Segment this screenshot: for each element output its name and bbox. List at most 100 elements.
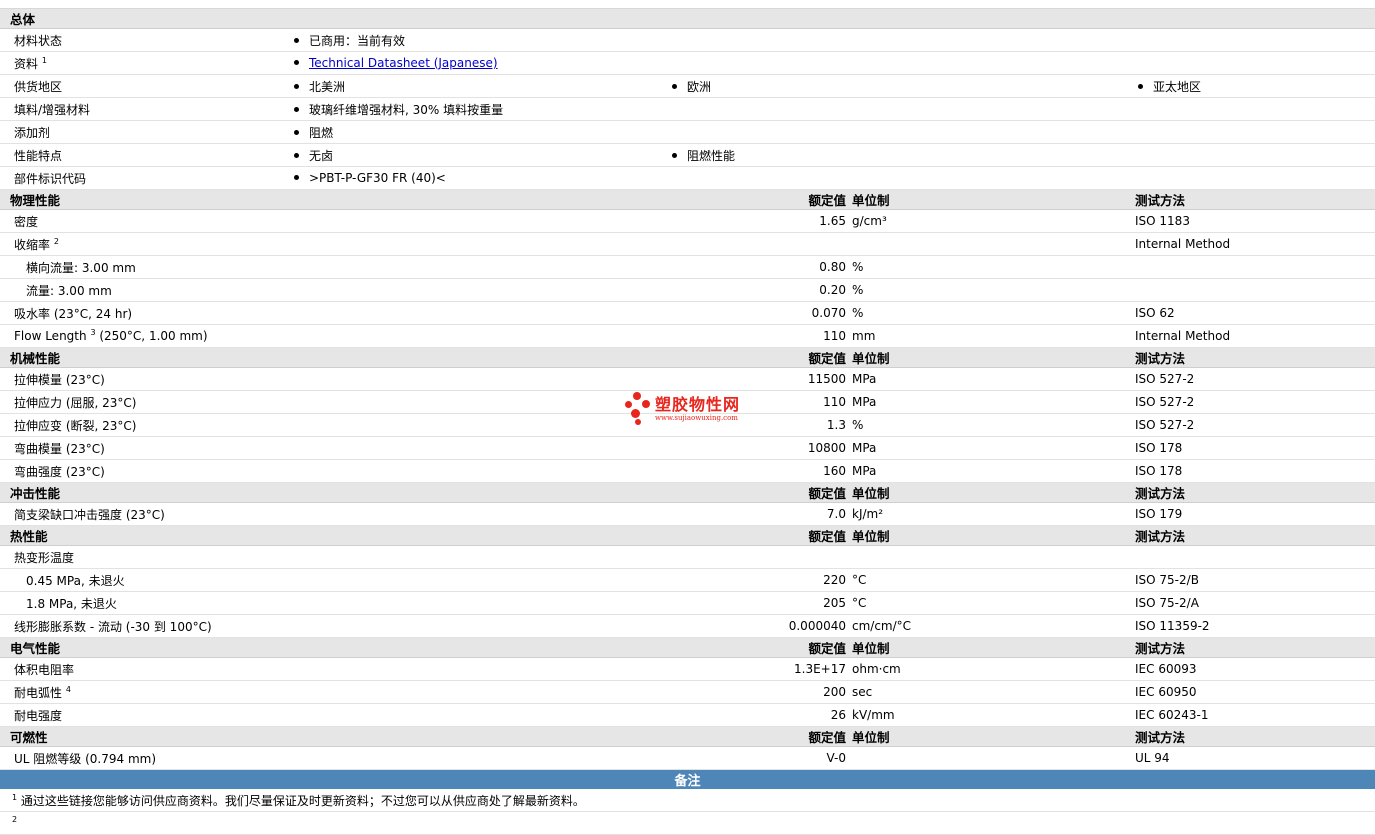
property-label: 热变形温度: [14, 550, 75, 565]
unit-cell: mm: [852, 324, 1135, 348]
property-label-cell: 弯曲强度 (23°C): [0, 459, 669, 483]
property-label: 性能特点: [14, 148, 63, 163]
unit-header: 单位制: [852, 525, 1135, 546]
property-label: 资料: [14, 56, 39, 71]
general-row: 添加剂 阻燃: [0, 120, 1375, 144]
method-cell: ISO 527-2: [1135, 413, 1375, 437]
unit-header: 单位制: [852, 637, 1135, 658]
nominal-header-text: 额定值: [808, 641, 846, 656]
section-header: 物理性能 额定值 单位制 测试方法: [0, 189, 1375, 210]
unit-header-text: 单位制: [852, 641, 890, 656]
property-row: 0.45 MPa, 未退火 220 °C ISO 75-2/B: [0, 568, 1375, 592]
method-cell: IEC 60950: [1135, 680, 1375, 704]
nominal-header: 额定值: [669, 189, 852, 210]
bullet-icon: [294, 60, 299, 65]
top-border: [0, 0, 1375, 9]
value-cell: 欧洲: [669, 74, 1135, 98]
notes-title: 备注: [674, 774, 701, 789]
unit-value: %: [852, 283, 864, 297]
test-method: ISO 75-2/A: [1135, 596, 1199, 610]
property-label: 收缩率: [14, 237, 51, 252]
property-label-cell: 添加剂: [0, 120, 291, 144]
test-method: ISO 179: [1135, 507, 1183, 521]
property-label: 简支梁缺口冲击强度 (23°C): [14, 507, 165, 522]
property-label: 密度: [14, 214, 39, 229]
section-header: 可燃性 额定值 单位制 测试方法: [0, 726, 1375, 747]
property-label: 拉伸应力 (屈服, 23°C): [14, 395, 137, 410]
unit-cell: %: [852, 413, 1135, 437]
test-method: ISO 527-2: [1135, 372, 1195, 386]
unit-value: °C: [852, 573, 867, 587]
datasheet-link[interactable]: Technical Datasheet (Japanese): [309, 56, 498, 70]
test-method: ISO 11359-2: [1135, 619, 1210, 633]
section-title: 热性能: [0, 525, 669, 546]
property-row: 线形膨胀系数 - 流动 (-30 到 100°C) 0.000040 cm/cm/°…: [0, 614, 1375, 638]
value-cell: 玻璃纤维增强材料, 30% 填料按重量: [291, 97, 1375, 121]
property-label-cell: 0.45 MPa, 未退火: [0, 568, 669, 592]
property-row: 体积电阻率 1.3E+17 ohm·cm IEC 60093: [0, 657, 1375, 681]
property-label-cell: 1.8 MPa, 未退火: [0, 591, 669, 615]
section-title: 机械性能: [0, 347, 669, 368]
property-label: 拉伸应变 (断裂, 23°C): [14, 418, 137, 433]
bullet-icon: [294, 106, 299, 112]
property-value: 玻璃纤维增强材料, 30% 填料按重量: [309, 102, 504, 117]
property-row: 吸水率 (23°C, 24 hr) 0.070% ISO 62: [0, 301, 1375, 325]
section-title: 电气性能: [0, 637, 669, 658]
section-title: 冲击性能: [0, 482, 669, 503]
nominal-header: 额定值: [669, 347, 852, 368]
section-title: 可燃性: [0, 726, 669, 747]
property-label: 材料状态: [14, 33, 63, 48]
property-label-cell: 拉伸模量 (23°C): [0, 367, 669, 391]
method-cell: [1135, 255, 1375, 279]
property-label-cell: 流量: 3.00 mm: [0, 278, 669, 302]
method-header: 测试方法: [1135, 189, 1375, 210]
bullet-icon: [1138, 83, 1143, 89]
unit-value: sec: [852, 685, 873, 699]
footnote-marker: 2: [53, 236, 59, 246]
property-condition: (250°C, 1.00 mm): [95, 329, 208, 343]
property-label: 部件标识代码: [14, 171, 87, 186]
note-number: 1: [12, 792, 18, 802]
method-header: 测试方法: [1135, 482, 1375, 503]
section-title-text: 物理性能: [10, 193, 61, 208]
nominal-value-cell: V-0: [669, 746, 852, 770]
property-value: 欧洲: [687, 79, 712, 94]
nominal-value: 1.65: [819, 214, 846, 228]
property-label-cell: 简支梁缺口冲击强度 (23°C): [0, 502, 669, 526]
unit-cell: kJ/m²: [852, 502, 1135, 526]
nominal-header-text: 额定值: [808, 351, 846, 366]
notes-header: 备注: [0, 769, 1375, 789]
unit-value: kV/mm: [852, 708, 895, 722]
test-method: ISO 178: [1135, 464, 1183, 478]
nominal-value: 0.80: [819, 260, 846, 274]
property-label-cell: 资料 1: [0, 51, 291, 75]
method-cell: ISO 11359-2: [1135, 614, 1375, 638]
nominal-value: 1.3: [826, 418, 846, 432]
unit-cell: cm/cm/°C: [852, 614, 1135, 638]
property-value: 无卤: [309, 148, 334, 163]
section-title-text: 冲击性能: [10, 486, 61, 501]
property-label: 吸水率 (23°C, 24 hr): [14, 306, 133, 321]
general-row: 供货地区 北美洲 欧洲 亚太地区: [0, 74, 1375, 98]
unit-cell: [852, 746, 1135, 770]
nominal-value: 10800: [807, 441, 846, 455]
value-cell: 亚太地区: [1135, 74, 1375, 98]
value-cell: 已商用：当前有效: [291, 28, 1375, 52]
test-method: ISO 178: [1135, 441, 1183, 455]
nominal-value-cell: 110: [669, 324, 852, 348]
unit-cell: %: [852, 301, 1135, 325]
method-header-text: 测试方法: [1135, 351, 1186, 366]
method-cell: ISO 178: [1135, 459, 1375, 483]
nominal-value-cell: 11500: [669, 367, 852, 391]
nominal-value-cell: 0.20: [669, 278, 852, 302]
section-title-text: 可燃性: [10, 730, 48, 745]
method-header-text: 测试方法: [1135, 529, 1186, 544]
note-row: 2: [0, 811, 1375, 835]
property-label-cell: 横向流量: 3.00 mm: [0, 255, 669, 279]
value-cell: 北美洲: [291, 74, 669, 98]
nominal-value-cell: [669, 545, 852, 569]
value-cell: 阻燃: [291, 120, 1375, 144]
nominal-value: 205: [823, 596, 846, 610]
test-method: Internal Method: [1135, 329, 1231, 343]
value-cell: Technical Datasheet (Japanese): [291, 51, 1375, 75]
